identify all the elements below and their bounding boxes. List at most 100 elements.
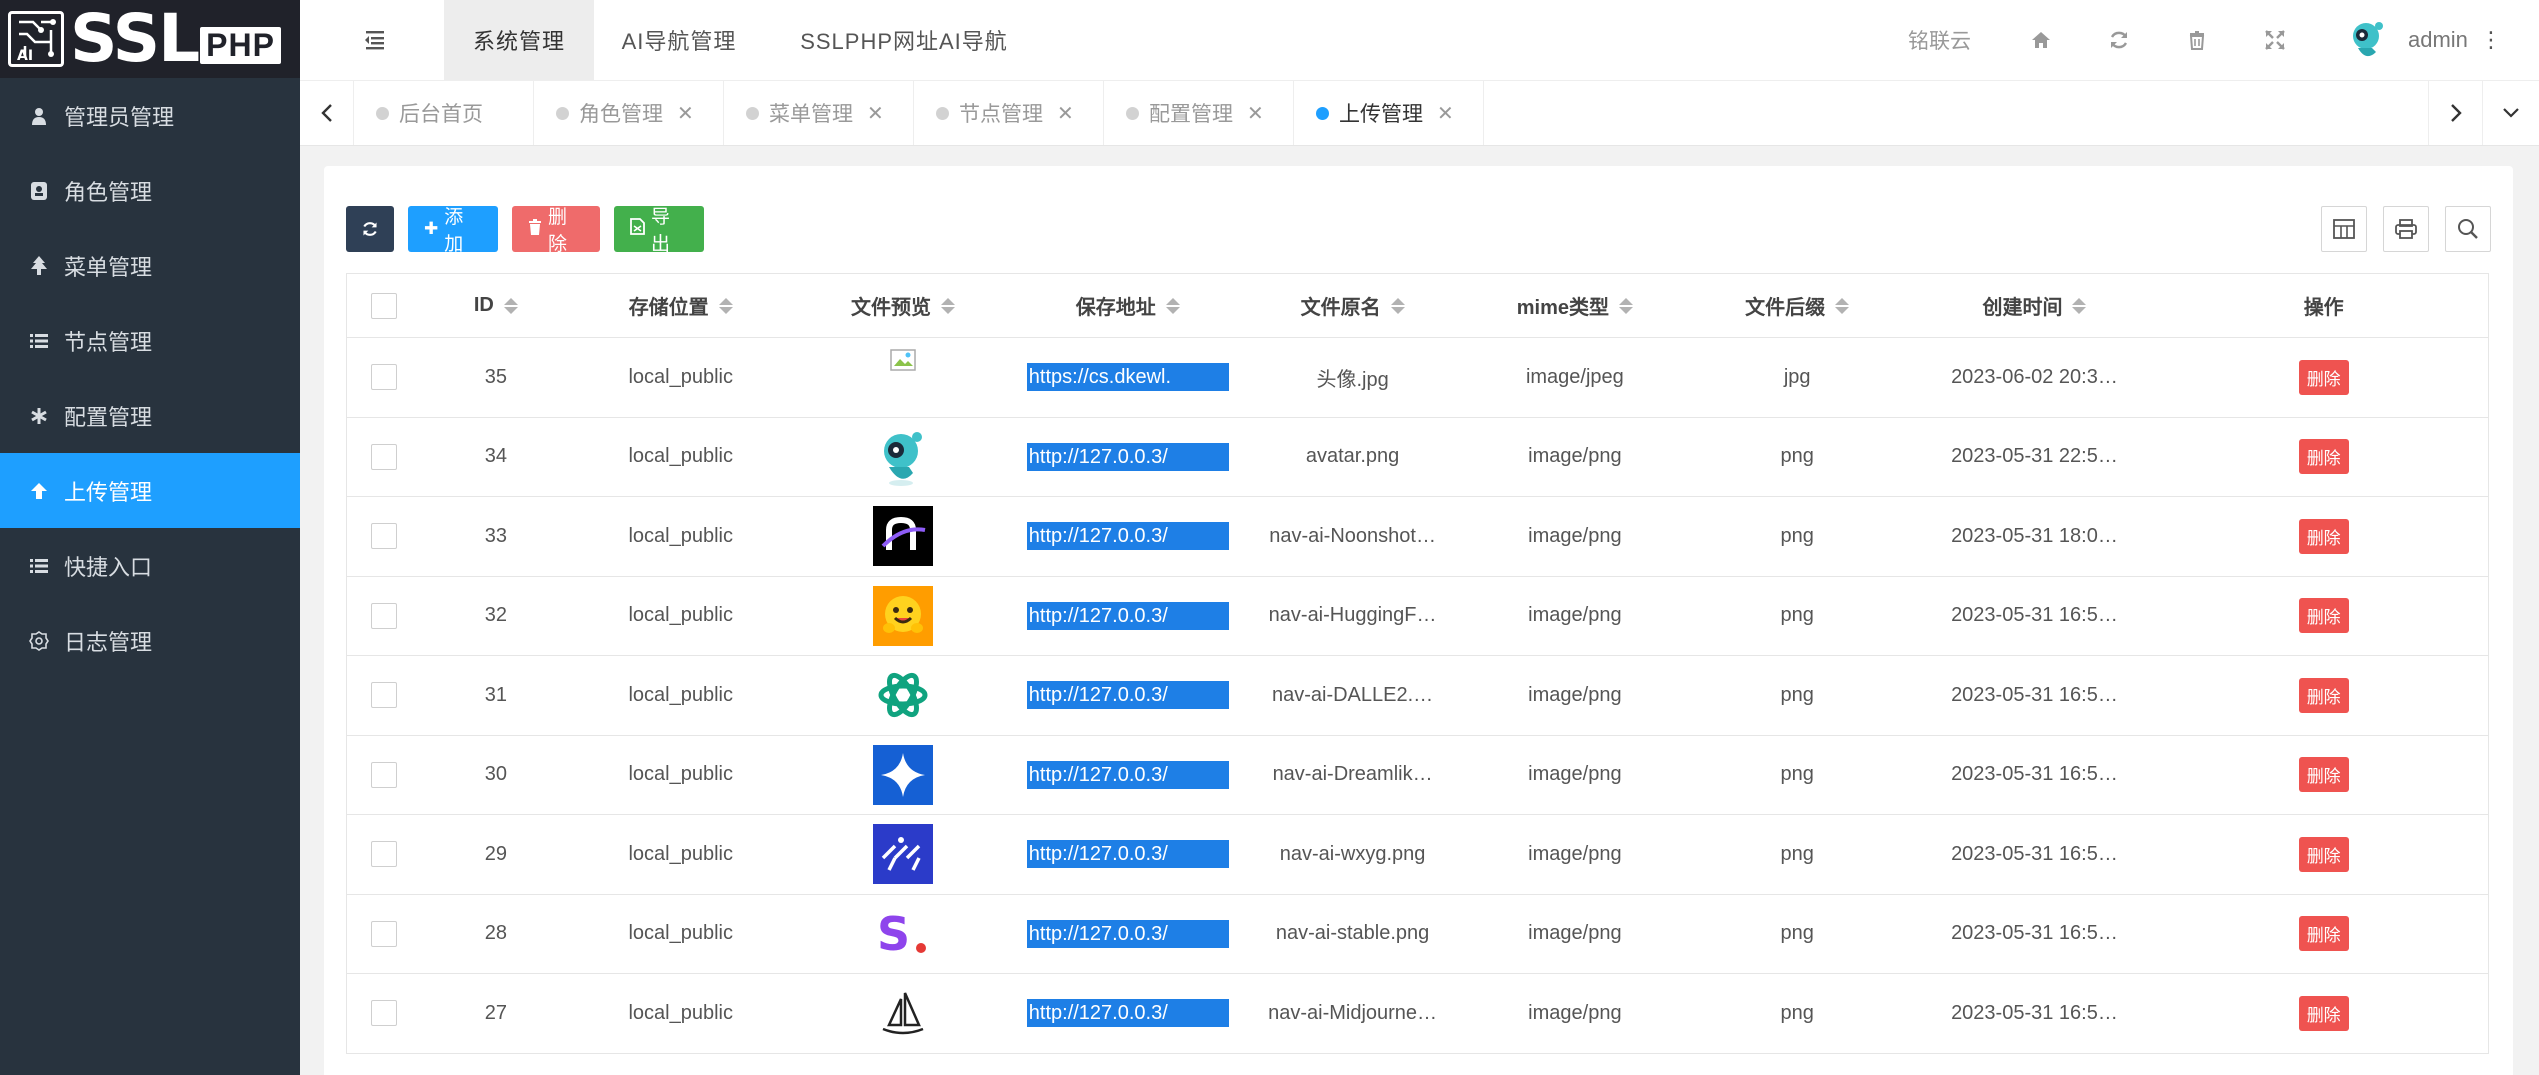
sort-icon[interactable] bbox=[503, 297, 518, 314]
sidebar-item-menu[interactable]: 菜单管理 bbox=[0, 228, 300, 303]
cell-url-link[interactable]: http://127.0.0.3/ bbox=[1026, 840, 1229, 869]
tab-sslphp-nav[interactable]: SSLPHP网址AI导航 bbox=[764, 0, 1044, 80]
dreamlike-logo[interactable] bbox=[872, 744, 933, 805]
sidebar-item-shortcut[interactable]: 快捷入口 bbox=[0, 528, 300, 603]
row-delete-button[interactable]: 删除 bbox=[2298, 916, 2349, 952]
sort-icon[interactable] bbox=[1835, 297, 1850, 314]
row-checkbox[interactable] bbox=[370, 1000, 397, 1027]
home-icon[interactable] bbox=[2030, 29, 2052, 51]
row-checkbox[interactable] bbox=[370, 682, 397, 709]
tabs-dropdown-icon[interactable] bbox=[2482, 81, 2539, 145]
midjourney-logo[interactable] bbox=[872, 983, 933, 1044]
site-name[interactable]: 铭联云 bbox=[1908, 0, 1971, 80]
broken-image[interactable] bbox=[873, 347, 933, 407]
delete-button[interactable]: 删除 bbox=[512, 206, 600, 255]
sidebar-item-admin[interactable]: 管理员管理 bbox=[0, 78, 300, 153]
stable-logo[interactable]: S bbox=[872, 903, 933, 964]
tab-system[interactable]: 系统管理 bbox=[444, 0, 594, 80]
cell-url-link[interactable]: http://127.0.0.3/ bbox=[1026, 919, 1229, 948]
table-row[interactable]: 27 local_public http://127.0.0.3/nav-ai-Mi… bbox=[347, 974, 2488, 1054]
row-checkbox[interactable] bbox=[370, 602, 397, 629]
pagetab-upload[interactable]: 上传管理 ✕ bbox=[1294, 81, 1484, 145]
sidebar-item-role[interactable]: 角色管理 bbox=[0, 153, 300, 228]
add-button[interactable]: ✚ 添加 bbox=[408, 206, 498, 255]
export-button[interactable]: 导出 bbox=[614, 206, 704, 255]
col-header-time[interactable]: 创建时间 bbox=[1910, 274, 2160, 337]
col-header-id[interactable]: ID bbox=[421, 274, 571, 337]
more-menu-icon[interactable]: ⋮ bbox=[2480, 0, 2502, 80]
row-delete-button[interactable]: 删除 bbox=[2298, 598, 2349, 634]
col-header-filename[interactable]: 文件原名 bbox=[1240, 274, 1465, 337]
table-row[interactable]: 31 local_public http://127.0.0.3/nav-ai-DA… bbox=[347, 656, 2488, 736]
col-header-preview[interactable]: 文件预览 bbox=[791, 274, 1016, 337]
row-checkbox[interactable] bbox=[370, 761, 397, 788]
menu-toggle-icon[interactable] bbox=[360, 28, 388, 52]
cell-url-link[interactable]: http://127.0.0.3/ bbox=[1026, 601, 1229, 630]
row-delete-button[interactable]: 删除 bbox=[2298, 359, 2349, 395]
admin-name[interactable]: admin bbox=[2408, 0, 2468, 80]
row-delete-button[interactable]: 删除 bbox=[2298, 439, 2349, 475]
close-icon[interactable]: ✕ bbox=[1247, 101, 1264, 126]
table-row[interactable]: 34 local_public http://127.0.0.3/avatar.pn… bbox=[347, 418, 2488, 497]
print-icon[interactable] bbox=[2383, 206, 2429, 252]
table-row[interactable]: 35 local_public https://cs.dkewl. 头像.jpg ima… bbox=[347, 338, 2488, 418]
sort-icon[interactable] bbox=[1619, 297, 1633, 314]
pagetab-node[interactable]: 节点管理 ✕ bbox=[914, 81, 1104, 145]
col-header-storage[interactable]: 存储位置 bbox=[571, 274, 791, 337]
avatar[interactable] bbox=[2346, 18, 2390, 62]
pagetab-menu[interactable]: 菜单管理 ✕ bbox=[724, 81, 914, 145]
tabs-scroll-left-icon[interactable] bbox=[300, 81, 354, 145]
col-header-mime[interactable]: mime类型 bbox=[1465, 274, 1685, 337]
sort-icon[interactable] bbox=[2072, 297, 2087, 314]
table-row[interactable]: 29 local_public http://127.0.0.3/nav-ai-wx… bbox=[347, 815, 2488, 895]
col-header-url[interactable]: 保存地址 bbox=[1015, 274, 1240, 337]
close-icon[interactable]: ✕ bbox=[677, 101, 694, 126]
fullscreen-icon[interactable] bbox=[2264, 29, 2286, 51]
trash-icon[interactable] bbox=[2186, 29, 2208, 51]
cell-url-link[interactable]: http://127.0.0.3/ bbox=[1026, 681, 1229, 710]
huggingface-logo[interactable] bbox=[872, 585, 933, 646]
table-row[interactable]: 30 local_public http://127.0.0.3/nav-ai-Dr… bbox=[347, 736, 2488, 815]
select-all-checkbox[interactable] bbox=[370, 292, 397, 319]
search-icon[interactable] bbox=[2445, 206, 2491, 252]
tab-ai-nav[interactable]: AI导航管理 bbox=[594, 0, 764, 80]
row-checkbox[interactable] bbox=[370, 523, 397, 550]
table-row[interactable]: 33 local_public http://127.0.0.3/nav-ai-No… bbox=[347, 497, 2488, 577]
sidebar-item-config[interactable]: 配置管理 bbox=[0, 378, 300, 453]
sort-icon[interactable] bbox=[940, 297, 955, 314]
sidebar-item-log[interactable]: 日志管理 bbox=[0, 603, 300, 678]
table-row[interactable]: 28 local_public Shttp://127.0.0.3/nav-ai-s… bbox=[347, 895, 2488, 974]
sort-icon[interactable] bbox=[1165, 297, 1180, 314]
app-logo[interactable]: AI SSL PHP bbox=[0, 0, 300, 78]
sidebar-item-node[interactable]: 节点管理 bbox=[0, 303, 300, 378]
cell-url-link[interactable]: http://127.0.0.3/ bbox=[1026, 442, 1229, 471]
openai-logo[interactable] bbox=[873, 665, 933, 725]
pagetab-home[interactable]: 后台首页 bbox=[354, 81, 534, 145]
table-row[interactable]: 32 local_public http://127.0.0.3/nav-ai-Hu… bbox=[347, 577, 2488, 656]
row-delete-button[interactable]: 删除 bbox=[2298, 518, 2349, 554]
cell-url-link[interactable]: http://127.0.0.3/ bbox=[1026, 999, 1229, 1028]
close-icon[interactable]: ✕ bbox=[867, 101, 884, 126]
wxyg-logo[interactable] bbox=[872, 824, 933, 885]
robot-avatar[interactable] bbox=[873, 427, 933, 487]
close-icon[interactable]: ✕ bbox=[1437, 101, 1454, 126]
refresh-button[interactable] bbox=[346, 206, 394, 252]
sort-icon[interactable] bbox=[718, 297, 733, 314]
cell-url-link[interactable]: http://127.0.0.3/ bbox=[1026, 760, 1229, 789]
row-delete-button[interactable]: 删除 bbox=[2298, 757, 2349, 793]
column-filter-icon[interactable] bbox=[2321, 206, 2367, 252]
row-checkbox[interactable] bbox=[370, 364, 397, 391]
row-delete-button[interactable]: 删除 bbox=[2298, 836, 2349, 872]
row-checkbox[interactable] bbox=[370, 920, 397, 947]
pagetab-role[interactable]: 角色管理 ✕ bbox=[534, 81, 724, 145]
row-delete-button[interactable]: 删除 bbox=[2298, 995, 2349, 1031]
col-header-ext[interactable]: 文件后缀 bbox=[1685, 274, 1910, 337]
pagetab-config[interactable]: 配置管理 ✕ bbox=[1104, 81, 1294, 145]
row-checkbox[interactable] bbox=[370, 841, 397, 868]
tabs-scroll-right-icon[interactable] bbox=[2428, 81, 2482, 145]
close-icon[interactable]: ✕ bbox=[1057, 101, 1074, 126]
noonshot-logo[interactable] bbox=[872, 506, 933, 567]
cell-url-link[interactable]: http://127.0.0.3/ bbox=[1026, 522, 1229, 551]
cell-url-link[interactable]: https://cs.dkewl. bbox=[1026, 363, 1229, 392]
sort-icon[interactable] bbox=[1390, 297, 1405, 314]
